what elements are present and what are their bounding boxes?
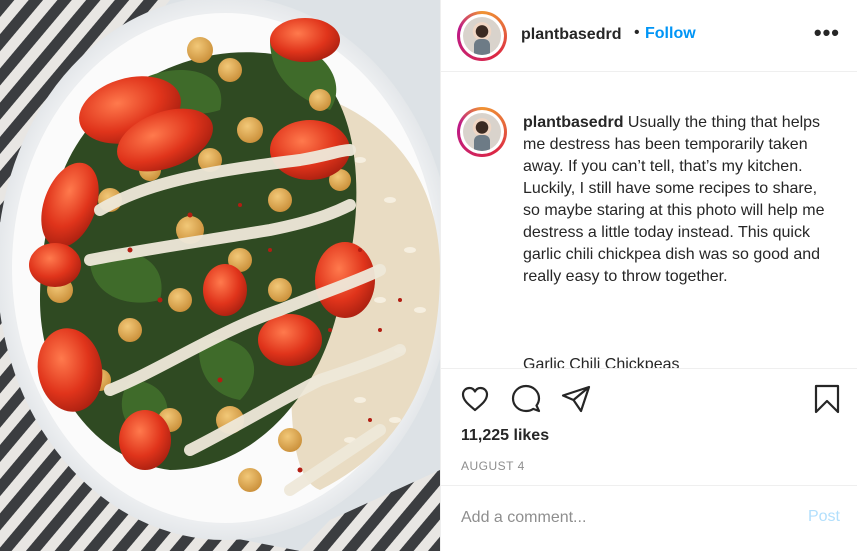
author-username[interactable]: plantbasedrd xyxy=(521,26,621,44)
heart-icon[interactable] xyxy=(459,383,491,415)
post-detail-panel: plantbasedrd • Follow ••• plantbasedrd U… xyxy=(440,0,857,551)
post-date[interactable]: AUGUST 4 xyxy=(461,459,525,473)
comment-bar: Post xyxy=(441,485,857,551)
follow-button[interactable]: Follow xyxy=(645,25,696,43)
caption-section: plantbasedrd Usually the thing that help… xyxy=(441,72,857,368)
avatar-image xyxy=(463,113,501,151)
bookmark-icon[interactable] xyxy=(811,383,843,415)
avatar-frame xyxy=(460,14,504,58)
separator-dot: • xyxy=(634,24,640,41)
post-actions: 11,225 likes AUGUST 4 xyxy=(441,368,857,485)
comment-icon[interactable] xyxy=(510,383,542,415)
food-photo-illustration xyxy=(0,0,440,551)
caption-username[interactable]: plantbasedrd xyxy=(523,114,623,131)
caption-next-line: Garlic Chili Chickpeas xyxy=(523,356,680,368)
share-icon[interactable] xyxy=(560,383,592,415)
more-options-icon[interactable]: ••• xyxy=(814,20,840,46)
caption-body: Usually the thing that helps me destress… xyxy=(523,114,825,285)
likes-count[interactable]: 11,225 likes xyxy=(461,427,549,445)
avatar-frame xyxy=(460,110,504,154)
comment-input[interactable] xyxy=(461,506,781,530)
author-avatar[interactable] xyxy=(457,11,507,61)
post-header: plantbasedrd • Follow ••• xyxy=(441,0,857,72)
post-photo[interactable] xyxy=(0,0,440,551)
post-comment-button[interactable]: Post xyxy=(808,508,840,526)
avatar-image xyxy=(463,17,501,55)
caption-avatar[interactable] xyxy=(457,107,507,157)
caption-text: plantbasedrd Usually the thing that help… xyxy=(523,112,835,288)
